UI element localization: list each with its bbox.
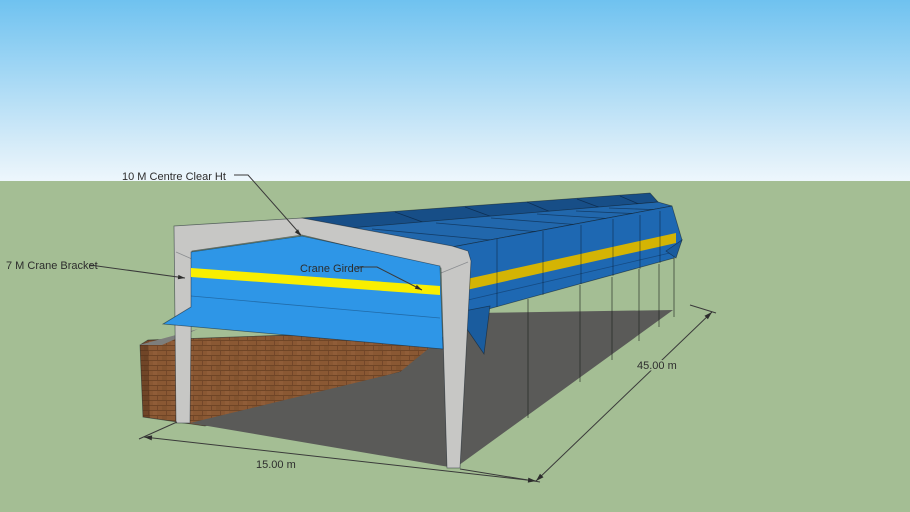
clear-height-label: 10 M Centre Clear Ht bbox=[122, 171, 226, 183]
width-dimension-label: 15.00 m bbox=[256, 459, 296, 471]
crane-bracket-label: 7 M Crane Bracket bbox=[6, 260, 98, 272]
length-dimension-label: 45.00 m bbox=[637, 360, 677, 372]
sky bbox=[0, 0, 910, 182]
crane-girder-label: Crane Girder bbox=[300, 263, 364, 275]
scene-canvas: 15.00 m 45.00 m 10 M Centre Clear Ht 7 M… bbox=[0, 0, 910, 512]
model-3d-viewport[interactable]: 15.00 m 45.00 m 10 M Centre Clear Ht 7 M… bbox=[0, 0, 910, 512]
